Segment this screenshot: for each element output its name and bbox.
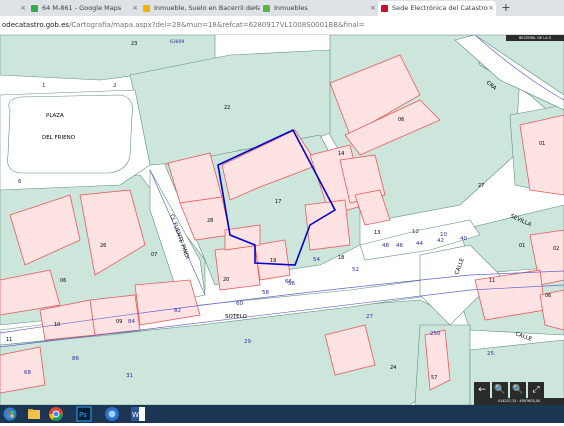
chrome-icon[interactable] [48, 406, 64, 422]
star-icon [143, 5, 150, 12]
tab-close-icon[interactable]: × [20, 1, 26, 16]
url-text[interactable]: odecatastro.gob.es/Cartografia/mapa.aspx… [2, 19, 365, 31]
parcel-number: 14 [338, 151, 344, 157]
browser-tab-google-maps[interactable]: 64 M-861 - Google Maps × [28, 1, 140, 16]
map-canvas[interactable]: PLAZA DEL FRIENO SOTELO CALLE CALLE SEVI… [0, 35, 564, 405]
parcel-number: 23 [131, 41, 137, 47]
parcel-number: 07 [151, 252, 157, 258]
street-number: 48 [382, 243, 389, 249]
map-toolbar: ← 🔍 🔍 ⤢ [474, 382, 564, 398]
parcel-number: 24 [390, 365, 396, 371]
block-code: 63809 [170, 39, 184, 45]
parcel-number: 17 [275, 199, 281, 205]
parcel-number: 11 [489, 278, 495, 284]
parcel-number: 19 [270, 258, 276, 264]
map-coordinates: 414237,15 : 4507603,00 [474, 398, 564, 405]
parcel-number: 18 [338, 255, 344, 261]
street-number: 82 [174, 308, 181, 314]
back-icon[interactable]: ← [474, 382, 490, 398]
street-number: 27 [366, 314, 373, 320]
street-number: 56 [288, 281, 295, 287]
parcel-number: 06 [545, 293, 551, 299]
zoom-out-icon[interactable]: 🔍 [510, 382, 526, 398]
street-number: 25 [487, 351, 494, 357]
street-number: 40 [460, 236, 467, 242]
parcel-number: 02 [553, 246, 559, 252]
street-number: 2 [113, 83, 117, 89]
media-icon[interactable] [104, 406, 120, 422]
browser-tab-inmuebles[interactable]: Inmuebles × [260, 1, 378, 16]
parcel-number: 57 [431, 375, 437, 381]
parcel-number: 22 [224, 105, 230, 111]
parcel-number: 10 [54, 322, 60, 328]
parcel-number: 26 [100, 243, 106, 249]
street-number: 46 [396, 243, 403, 249]
map-scale-label: BECERRIL DE LA S [506, 35, 564, 41]
street-number: 52 [352, 267, 359, 273]
street-number: 250 [430, 331, 441, 337]
tab-close-icon[interactable]: × [252, 1, 258, 16]
street-number: 31 [126, 373, 133, 379]
start-icon[interactable] [2, 406, 18, 422]
street-number: 1 [42, 83, 46, 89]
street-number: 54 [313, 257, 320, 263]
folder-icon[interactable] [26, 406, 42, 422]
tab-close-icon[interactable]: × [488, 1, 494, 16]
browser-tab-bar: × 64 M-861 - Google Maps × Inmueble, Sue… [0, 0, 564, 16]
browser-tab-inmueble[interactable]: Inmueble, Suelo en Bacerril de la S × [140, 1, 260, 16]
map-label-del-frieno: DEL FRIENO [42, 135, 76, 141]
parcel-number: 13 [374, 230, 380, 236]
street-number: 86 [72, 356, 79, 362]
street-number: 42 [437, 238, 444, 244]
street-number: 84 [128, 319, 135, 325]
tab-close-icon[interactable]: × [132, 1, 138, 16]
parcel-number: 06 [60, 278, 66, 284]
street-number: 44 [416, 241, 423, 247]
photoshop-icon[interactable]: Ps [76, 406, 92, 422]
parcel-number: 27 [478, 183, 484, 189]
fullscreen-icon[interactable]: ⤢ [528, 382, 544, 398]
tab-close-icon[interactable]: × [370, 1, 376, 16]
street-number: 29 [244, 339, 251, 345]
address-bar[interactable]: odecatastro.gob.es/Cartografia/mapa.aspx… [0, 16, 564, 35]
google-maps-icon [31, 5, 38, 12]
map-label-plaza: PLAZA [46, 113, 64, 119]
parcel-number: 09 [116, 319, 122, 325]
idealista-icon [263, 5, 270, 12]
parcel-number: 01 [519, 243, 525, 249]
new-tab-button[interactable]: + [500, 0, 512, 16]
street-number: 68 [24, 370, 31, 376]
browser-tab-0[interactable]: × [0, 1, 28, 16]
windows-taskbar: Ps W [0, 405, 564, 423]
parcel-number: 28 [207, 218, 213, 224]
svg-text:W: W [132, 411, 139, 419]
map-label-sotelo: SOTELO [225, 314, 248, 320]
catastro-icon [381, 5, 388, 12]
parcel-number: 20 [223, 277, 229, 283]
parcel-number: 06 [398, 117, 404, 123]
street-number: 6 [18, 179, 22, 185]
browser-tab-catastro[interactable]: Sede Electrónica del Catastro × [378, 1, 496, 16]
word-icon[interactable]: W [130, 406, 146, 422]
cadastral-map[interactable]: PLAZA DEL FRIENO SOTELO CALLE CALLE SEVI… [0, 35, 564, 405]
zoom-in-icon[interactable]: 🔍 [492, 382, 508, 398]
parcel-number: 11 [6, 337, 12, 343]
svg-text:Ps: Ps [79, 411, 87, 419]
parcel-number: 01 [539, 141, 545, 147]
street-number: 60 [236, 301, 243, 307]
street-number: 58 [262, 290, 269, 296]
street-number: 10 [440, 232, 447, 238]
street-number: 12 [412, 229, 419, 235]
